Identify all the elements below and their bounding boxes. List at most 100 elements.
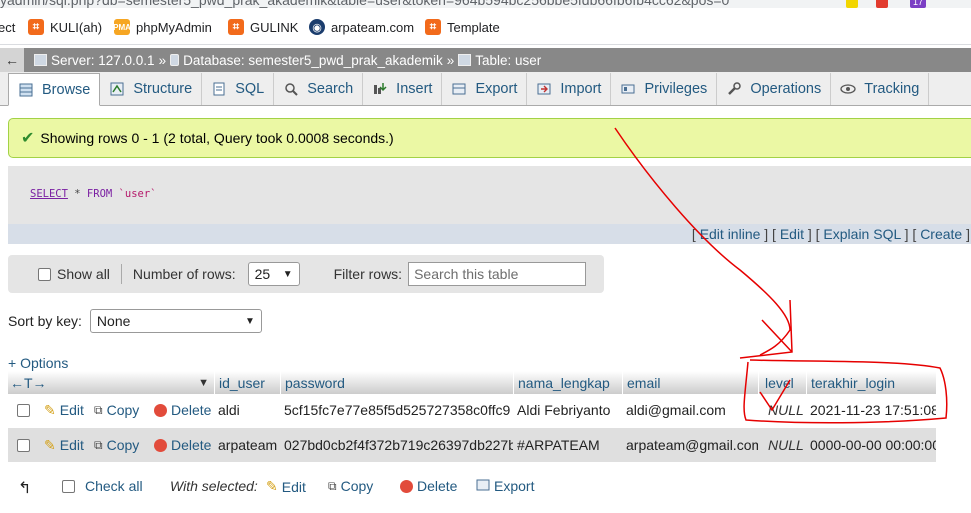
bulk-edit-button[interactable]: ✎ Edit — [266, 478, 306, 495]
column-resize-arrows[interactable]: ←T→ ▼ — [8, 371, 213, 394]
edit-row-button[interactable]: ✎ Edit — [44, 394, 92, 426]
column-header-email[interactable]: email — [622, 371, 758, 394]
bulk-action-label: Delete — [417, 478, 458, 494]
column-header-nama-lengkap[interactable]: nama_lengkap — [513, 371, 622, 394]
bookmark-item[interactable]: ⌗ GULINK — [228, 18, 298, 36]
tab-tracking[interactable]: Tracking — [831, 73, 930, 105]
chevron-down-icon: ▼ — [282, 268, 293, 280]
cell-password[interactable]: 027bd0cb2f4f372b719c26397db227b2 — [284, 428, 513, 462]
column-header-level[interactable]: level — [758, 371, 806, 394]
breadcrumb-server[interactable]: Server: 127.0.0.1 — [51, 53, 155, 68]
column-header-password[interactable]: password — [280, 371, 513, 394]
bookmark-item[interactable]: ⌗ Template — [425, 18, 500, 36]
breadcrumb-separator: » — [158, 52, 167, 68]
bookmark-item[interactable]: ⌗ KULI(ah) — [28, 18, 102, 36]
annotation-arrowhead — [739, 299, 793, 359]
left-right-arrows-icon[interactable]: ←T→ — [10, 375, 47, 391]
navigation-controls: Show all Number of rows: 25 ▼ Filter row… — [8, 255, 604, 293]
bookmark-label: arpateam.com — [331, 19, 415, 35]
options-toggle[interactable]: + Options — [8, 355, 68, 371]
show-all-checkbox[interactable] — [38, 267, 51, 281]
bookmark-label: ect — [0, 19, 16, 35]
edit-link[interactable]: Edit — [780, 226, 804, 242]
bookmark-item[interactable]: ect — [0, 18, 15, 36]
delete-row-button[interactable]: Delete — [154, 394, 214, 426]
cell-level[interactable]: NULL — [768, 428, 806, 462]
row-checkbox[interactable] — [17, 403, 30, 417]
filter-rows-input[interactable]: Search this table — [408, 262, 587, 286]
cell-email[interactable]: arpateam@gmail.com — [626, 428, 758, 462]
column-header-id-user[interactable]: id_user — [214, 371, 280, 394]
cell-password[interactable]: 5cf15fc7e77e85f5d525727358c0ffc9 — [284, 394, 513, 426]
bulk-action-label: Edit — [281, 478, 306, 495]
bookmark-item[interactable]: PMA phpMyAdmin — [113, 18, 212, 36]
cell-email[interactable]: aldi@gmail.com — [626, 394, 758, 426]
back-arrow-icon[interactable]: ← — [0, 48, 24, 72]
bulk-copy-button[interactable]: ⧉ Copy — [328, 478, 373, 494]
sort-by-key-select[interactable]: None ▼ — [89, 309, 262, 333]
sql-keyword-select[interactable]: SELECT — [30, 188, 68, 200]
show-all-label[interactable]: Show all — [57, 266, 110, 282]
tab-structure[interactable]: Structure — [100, 73, 203, 105]
breadcrumb-table[interactable]: Table: user — [475, 53, 541, 68]
column-header-terakhir-login[interactable]: terakhir_login — [806, 371, 936, 394]
success-message-text: Showing rows 0 - 1 (2 total, Query took … — [40, 130, 394, 146]
edit-inline-link[interactable]: Edit inline — [700, 226, 761, 242]
table-icon — [458, 54, 472, 66]
delete-icon — [154, 403, 167, 417]
import-icon — [536, 81, 552, 97]
globe-icon: ◉ — [309, 19, 325, 35]
tab-export[interactable]: Export — [442, 73, 528, 105]
check-all-checkbox[interactable] — [62, 479, 75, 493]
breadcrumb-database[interactable]: Database: semester5_pwd_prak_akademik — [183, 53, 443, 68]
browse-icon — [18, 82, 34, 98]
tab-insert[interactable]: Insert — [363, 73, 443, 105]
tab-sql[interactable]: SQL — [202, 73, 275, 105]
wrench-icon — [726, 81, 742, 97]
cell-nama-lengkap[interactable]: Aldi Febriyanto — [517, 394, 622, 426]
tab-label: Export — [475, 81, 518, 97]
rows-per-page-select[interactable]: 25 ▼ — [247, 262, 300, 286]
tab-label: Tracking — [864, 81, 920, 97]
bookmark-item[interactable]: ◉ arpateam.com — [309, 18, 414, 36]
tab-operations[interactable]: Operations — [717, 73, 832, 105]
row-checkbox[interactable] — [17, 438, 30, 452]
sql-query-text[interactable]: SELECT * FROM `user` — [30, 188, 156, 200]
browser-url-bar[interactable]: yadmin/sql.php?db=semester5_pwd_prak_aka… — [0, 0, 971, 8]
bulk-export-button[interactable]: Export — [476, 478, 534, 494]
cell-nama-lengkap[interactable]: #ARPATEAM — [517, 428, 622, 462]
cell-terakhir-login[interactable]: 0000-00-00 00:00:00 — [810, 428, 936, 462]
edit-row-button[interactable]: ✎ Edit — [44, 428, 92, 462]
explain-sql-link[interactable]: Explain SQL — [823, 226, 900, 242]
bookmarks-bar: ect ⌗ KULI(ah) PMA phpMyAdmin ⌗ GULINK ◉… — [0, 8, 971, 45]
bulk-delete-button[interactable]: Delete — [400, 478, 457, 494]
checkmark-icon: ✔ — [21, 130, 35, 147]
action-label: Delete — [171, 437, 212, 453]
cell-terakhir-login[interactable]: 2021-11-23 17:51:08 — [810, 394, 936, 426]
create-php-code-link[interactable]: Create — [920, 226, 962, 242]
sort-arrow-icon[interactable]: ▼ — [198, 377, 209, 389]
action-label: Copy — [106, 437, 140, 453]
tab-browse[interactable]: Browse — [8, 73, 101, 106]
bulk-action-label: Copy — [340, 478, 374, 494]
folder-orange-icon: ⌗ — [228, 19, 244, 35]
extension-calendar-icon[interactable]: 17 — [910, 0, 926, 8]
delete-row-button[interactable]: Delete — [154, 428, 214, 462]
cell-id-user[interactable]: aldi — [218, 394, 280, 426]
cell-id-user[interactable]: arpateam — [218, 428, 280, 462]
folder-orange-icon: ⌗ — [28, 19, 44, 35]
extension-red-icon[interactable] — [876, 0, 888, 8]
tab-privileges[interactable]: Privileges — [611, 73, 718, 105]
extension-yellow-icon[interactable] — [846, 0, 858, 8]
check-all-label[interactable]: Check all — [85, 478, 143, 494]
bookmark-label: Template — [447, 19, 500, 35]
sql-star: * — [74, 188, 81, 200]
cell-level[interactable]: NULL — [768, 394, 806, 426]
tab-search[interactable]: Search — [274, 73, 364, 105]
delete-icon — [154, 438, 167, 452]
check-all-control[interactable]: Check all — [62, 478, 143, 494]
copy-row-button[interactable]: ⧉ Copy — [94, 428, 152, 462]
copy-row-button[interactable]: ⧉ Copy — [94, 394, 152, 426]
breadcrumb: ← Server: 127.0.0.1 » Database: semester… — [0, 48, 971, 72]
tab-import[interactable]: Import — [527, 73, 612, 105]
